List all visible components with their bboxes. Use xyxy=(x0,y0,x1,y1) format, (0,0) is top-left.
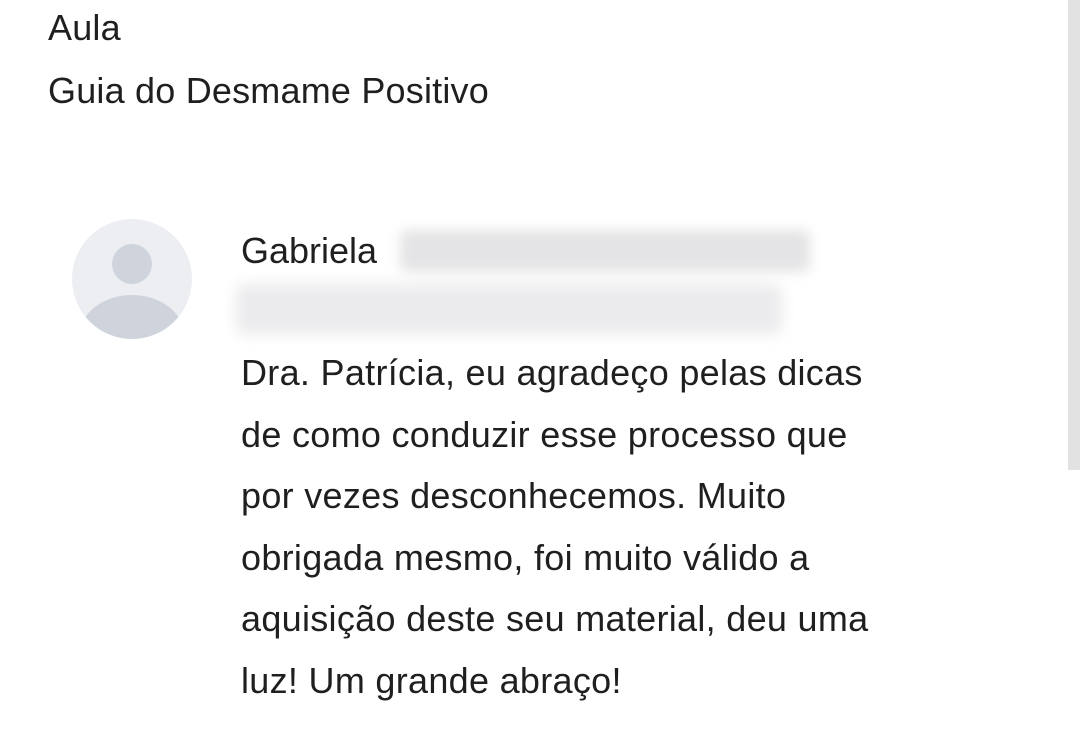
comment-text-line: de como conduzir esse processo que xyxy=(241,413,848,455)
avatar-body-shape xyxy=(80,295,184,339)
lesson-title: Guia do Desmame Positivo xyxy=(48,70,489,111)
avatar-head-shape xyxy=(112,244,152,284)
comment-text-line: por vezes desconhecemos. Muito xyxy=(241,475,787,516)
comment-text-line: aquisição deste seu material, deu uma xyxy=(241,598,869,639)
comment-text-line: obrigada mesmo, foi muito válido a xyxy=(241,536,810,578)
lesson-label: Aula xyxy=(48,7,121,48)
comment-text-line: Dra. Patrícia, eu agradeço pelas dicas xyxy=(241,352,863,393)
comment-text-line: luz! Um grande abraço! xyxy=(241,659,622,701)
scrollbar[interactable] xyxy=(1068,0,1080,470)
redacted-author-email xyxy=(236,284,782,334)
comment-author-name: Gabriela xyxy=(241,230,378,271)
redacted-author-surname xyxy=(400,230,810,272)
comment-text: Dra. Patrícia, eu agradeço pelas dicas d… xyxy=(241,342,1011,711)
user-avatar-icon xyxy=(72,219,192,339)
